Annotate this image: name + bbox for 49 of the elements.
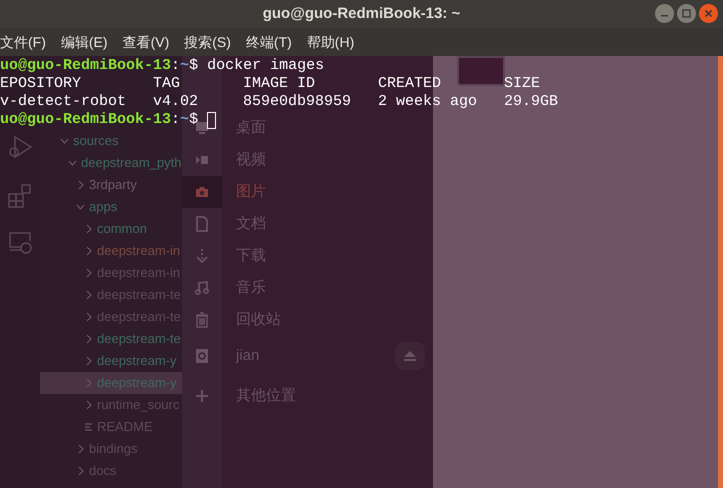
menu-item[interactable]: 查看(V) <box>122 32 170 52</box>
menu-item[interactable]: 编辑(E) <box>60 32 108 52</box>
output-text: 29.9GB <box>504 93 560 111</box>
music-note-icon <box>194 280 210 296</box>
output-text: 859e0db98959 <box>243 93 352 111</box>
output-text: v-detect-robot <box>0 93 128 111</box>
image-thumbnail <box>457 56 505 86</box>
trash-icon <box>194 312 210 328</box>
output-text: SIZE <box>504 75 542 93</box>
document-icon <box>194 216 210 232</box>
maximize-icon <box>682 9 691 18</box>
place-item[interactable]: 图片 <box>236 180 266 204</box>
shell-prompt: uo@guo-RedmiBook-13:~$ <box>0 111 198 129</box>
output-text: IMAGE ID <box>243 75 316 93</box>
eject-button[interactable] <box>395 342 425 370</box>
output-text: EPOSITORY <box>0 75 82 93</box>
tree-item[interactable]: apps <box>89 197 118 217</box>
menu-item[interactable]: 文件(F) <box>0 32 46 52</box>
drive-icon <box>194 348 210 364</box>
tree-item[interactable]: deepstream-y <box>97 351 176 371</box>
remote-explorer-icon[interactable] <box>7 230 33 256</box>
shell-prompt: uo@guo-RedmiBook-13:~$ <box>0 57 198 75</box>
tree-item[interactable]: common <box>97 219 147 239</box>
tree-item[interactable]: deepstream-in <box>97 241 180 261</box>
shell-command: docker images <box>207 57 324 75</box>
close-button[interactable] <box>699 4 718 23</box>
extensions-icon[interactable] <box>7 182 33 208</box>
close-icon <box>704 9 713 18</box>
window-title: guo@guo-RedmiBook-13: ~ <box>262 4 460 24</box>
output-text: TAG <box>153 75 182 93</box>
camera-icon <box>194 184 210 200</box>
plus-icon <box>194 388 210 404</box>
tree-item[interactable]: 3rdparty <box>89 175 137 195</box>
output-text: 2 weeks ago <box>378 93 478 111</box>
eject-icon <box>403 350 417 362</box>
menu-item[interactable]: 帮助(H) <box>306 32 354 52</box>
text-file-icon <box>84 422 93 432</box>
tree-item[interactable]: deepstream_pyth <box>81 153 182 173</box>
tree-item[interactable]: deepstream-te <box>97 329 181 349</box>
run-debug-icon[interactable] <box>7 134 33 160</box>
output-text: CREATED <box>378 75 442 93</box>
output-text: v4.02 <box>153 93 200 111</box>
menu-item[interactable]: 搜索(S) <box>184 32 231 52</box>
tree-item[interactable]: sources <box>73 131 119 151</box>
maximize-button[interactable] <box>677 4 696 23</box>
download-icon <box>194 248 210 264</box>
menu-item[interactable]: 终端(T) <box>246 32 292 52</box>
minimize-button[interactable] <box>655 4 674 23</box>
tree-item[interactable]: deepstream-y <box>97 373 176 393</box>
